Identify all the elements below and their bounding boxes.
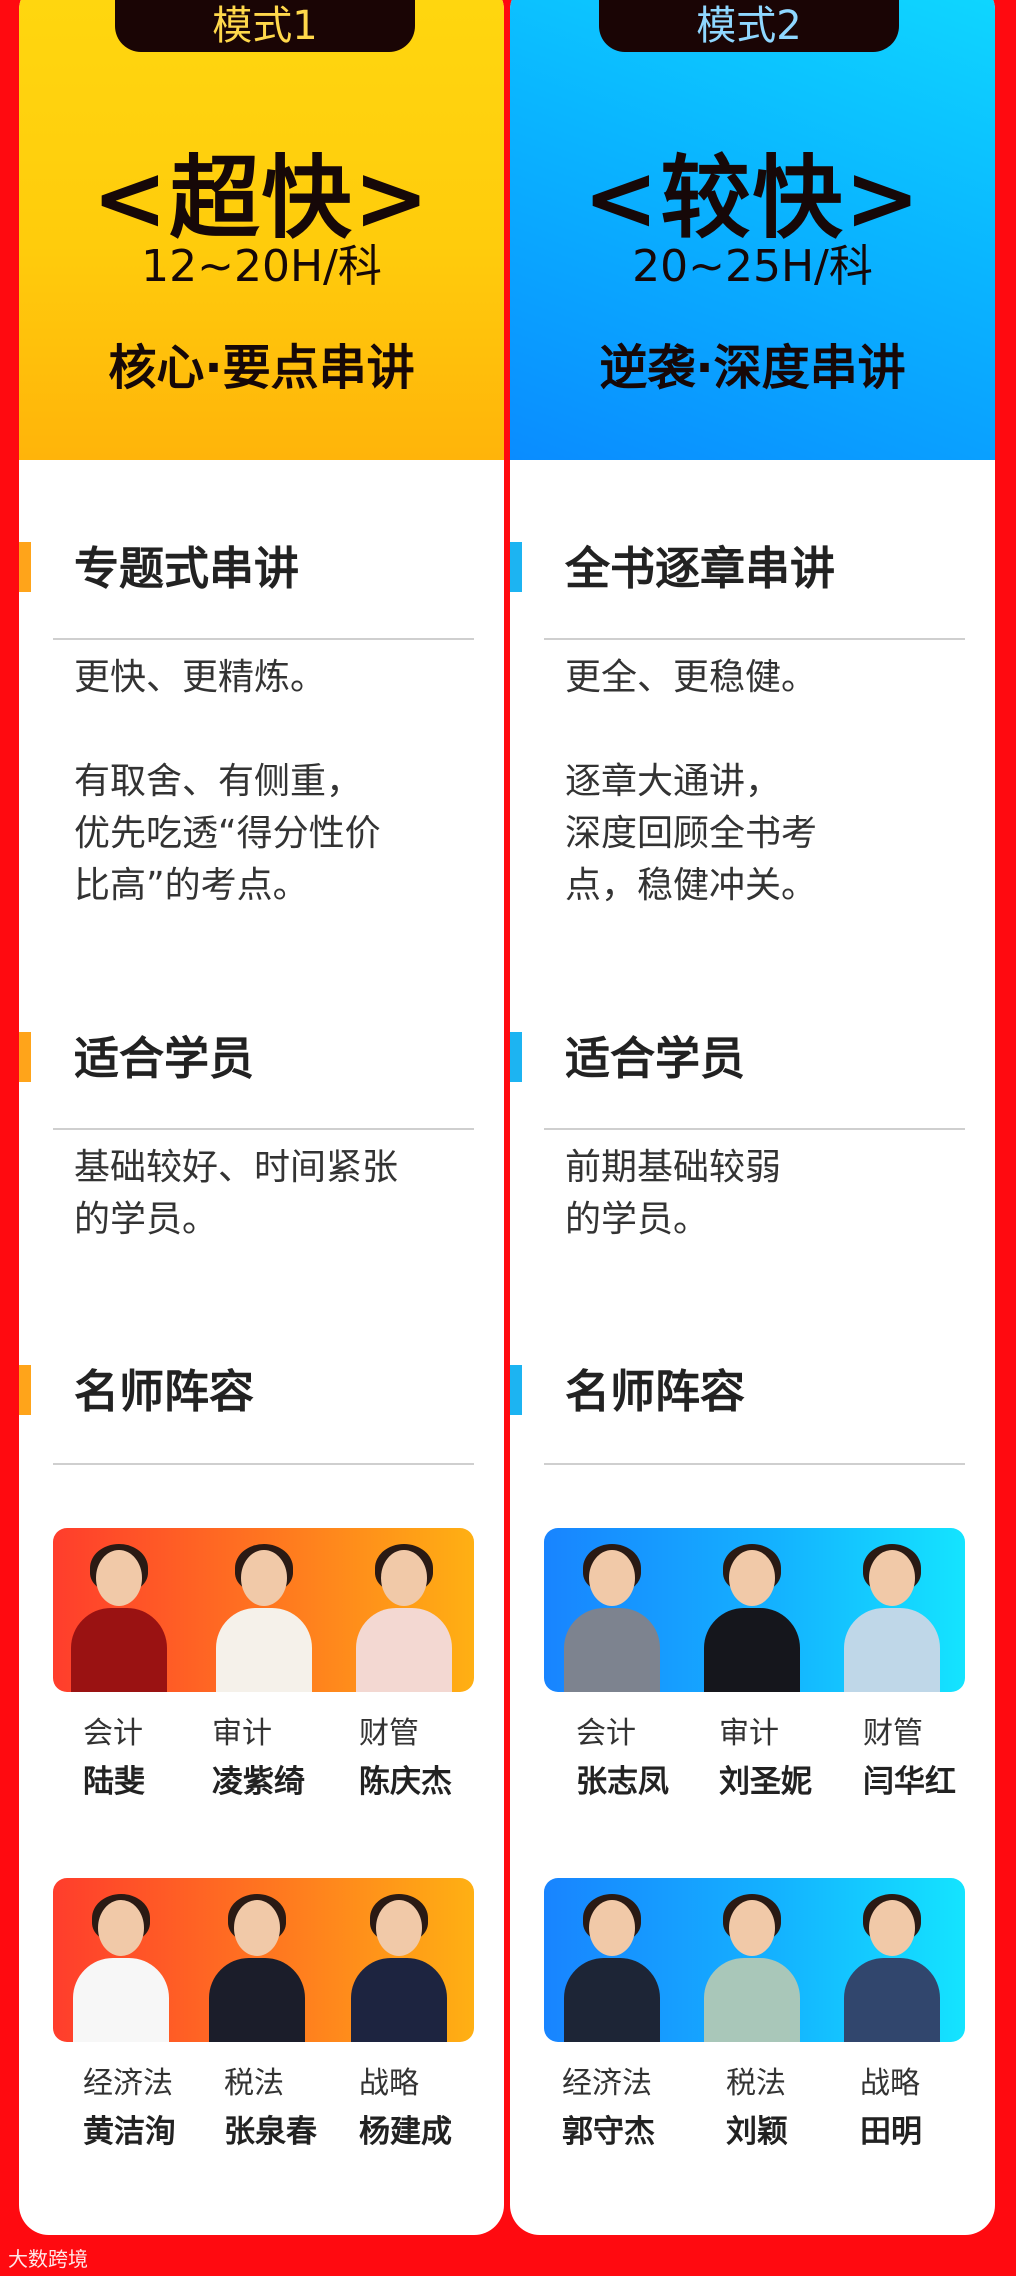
section-title: 全书逐章串讲: [565, 542, 836, 595]
watermark-logo: 大数跨境: [8, 2247, 88, 2271]
divider: [544, 638, 965, 640]
teacher-photo: [348, 1542, 458, 1692]
teacher-photo-group: [544, 1878, 965, 2042]
mode2-section-format: 全书逐章串讲: [510, 532, 995, 595]
divider: [53, 638, 474, 640]
teacher-subject: 审计: [212, 1716, 272, 1751]
section-marker: [510, 1032, 522, 1082]
teacher-subject: 经济法: [83, 2066, 173, 2101]
mode1-section-teachers: 名师阵容: [19, 1355, 504, 1418]
mode2-audience-desc: 前期基础较弱 的学员。: [565, 1147, 782, 1240]
mode1-hours: 12~20H/科: [141, 241, 382, 292]
mode2-hours: 20~25H/科: [632, 241, 873, 292]
teacher-photo: [696, 1892, 806, 2042]
teacher-card: 会计 张志凤: [576, 1708, 711, 1801]
mode1-tab[interactable]: 模式1: [115, 0, 415, 52]
mode1-card: 模式1 <超快> 12~20H/科 核心·要点串讲 专题式串讲 更快、更精炼。 …: [19, 0, 504, 2235]
teacher-subject: 经济法: [562, 2066, 652, 2101]
teacher-card: 税法 刘颖: [726, 2058, 861, 2151]
teacher-card: 经济法 黄洁洵: [83, 2058, 218, 2151]
teacher-card: 财管 陈庆杰: [359, 1708, 494, 1801]
mode1-format-desc: 更快、更精炼。 有取舍、有侧重， 优先吃透“得分性价 比高”的考点。: [74, 657, 381, 906]
teacher-card: 战略 杨建成: [359, 2058, 494, 2151]
teacher-card: 审计 凌紫绮: [212, 1708, 347, 1801]
teacher-card: 审计 刘圣妮: [719, 1708, 854, 1801]
teacher-name: 刘颖: [726, 2114, 788, 2150]
mode2-hero: 模式2 <较快> 20~25H/科 逆袭·深度串讲: [510, 0, 995, 460]
mode1-tagline: 核心·要点串讲: [108, 340, 415, 396]
mode1-hero: 模式1 <超快> 12~20H/科 核心·要点串讲: [19, 0, 504, 460]
mode1-section-audience: 适合学员: [19, 1022, 504, 1085]
divider: [544, 1463, 965, 1465]
teacher-photo: [201, 1892, 311, 2042]
teacher-subject: 战略: [359, 2066, 419, 2101]
teacher-name: 陆斐: [83, 1764, 145, 1800]
teacher-subject: 战略: [860, 2066, 920, 2101]
teacher-subject: 会计: [83, 1716, 143, 1751]
divider: [53, 1128, 474, 1130]
teacher-photo: [63, 1542, 173, 1692]
teacher-name: 凌紫绮: [212, 1764, 305, 1800]
teacher-name: 陈庆杰: [359, 1764, 452, 1800]
section-title: 专题式串讲: [74, 542, 300, 595]
teacher-photo: [556, 1542, 666, 1692]
teacher-photo-group: [544, 1528, 965, 1692]
mode1-audience-desc: 基础较好、时间紧张 的学员。: [74, 1147, 399, 1240]
divider: [53, 1463, 474, 1465]
teacher-subject: 税法: [224, 2066, 284, 2101]
teacher-name: 田明: [860, 2114, 922, 2150]
section-marker: [19, 1032, 31, 1082]
section-title: 适合学员: [74, 1032, 255, 1085]
divider: [544, 1128, 965, 1130]
teacher-photo: [836, 1542, 946, 1692]
teacher-subject: 税法: [726, 2066, 786, 2101]
teacher-name: 郭守杰: [562, 2114, 655, 2150]
teacher-name: 杨建成: [359, 2114, 452, 2150]
section-marker: [510, 542, 522, 592]
teacher-card: 会计 陆斐: [83, 1708, 218, 1801]
teacher-card: 税法 张泉春: [224, 2058, 359, 2151]
section-marker: [510, 1365, 522, 1415]
teacher-card: 经济法 郭守杰: [562, 2058, 697, 2151]
section-title: 适合学员: [565, 1032, 746, 1085]
mode1-section-format: 专题式串讲: [19, 532, 504, 595]
mode2-tagline: 逆袭·深度串讲: [599, 340, 906, 396]
teacher-photo: [696, 1542, 806, 1692]
teacher-photo: [556, 1892, 666, 2042]
teacher-card: 财管 闫华红: [863, 1708, 995, 1801]
teacher-name: 张泉春: [224, 2114, 317, 2150]
teacher-photo: [836, 1892, 946, 2042]
teacher-name: 刘圣妮: [719, 1764, 812, 1800]
mode2-card: 模式2 <较快> 20~25H/科 逆袭·深度串讲 全书逐章串讲 更全、更稳健。…: [510, 0, 995, 2235]
teacher-subject: 财管: [359, 1716, 419, 1751]
mode2-section-teachers: 名师阵容: [510, 1355, 995, 1418]
mode2-section-audience: 适合学员: [510, 1022, 995, 1085]
teacher-name: 闫华红: [863, 1764, 956, 1800]
teacher-subject: 财管: [863, 1716, 923, 1751]
teacher-photo-group: [53, 1528, 474, 1692]
teacher-photo: [208, 1542, 318, 1692]
mode2-tab[interactable]: 模式2: [599, 0, 899, 52]
teacher-subject: 会计: [576, 1716, 636, 1751]
teacher-photo: [343, 1892, 453, 2042]
section-marker: [19, 542, 31, 592]
teacher-subject: 审计: [719, 1716, 779, 1751]
teacher-card: 战略 田明: [860, 2058, 995, 2151]
teacher-photo: [65, 1892, 175, 2042]
section-marker: [19, 1365, 31, 1415]
section-title: 名师阵容: [565, 1365, 746, 1418]
teacher-photo-group: [53, 1878, 474, 2042]
teacher-name: 黄洁洵: [83, 2114, 176, 2150]
section-title: 名师阵容: [74, 1365, 255, 1418]
mode2-format-desc: 更全、更稳健。 逐章大通讲， 深度回顾全书考 点，稳健冲关。: [565, 657, 818, 906]
teacher-name: 张志凤: [576, 1764, 669, 1800]
